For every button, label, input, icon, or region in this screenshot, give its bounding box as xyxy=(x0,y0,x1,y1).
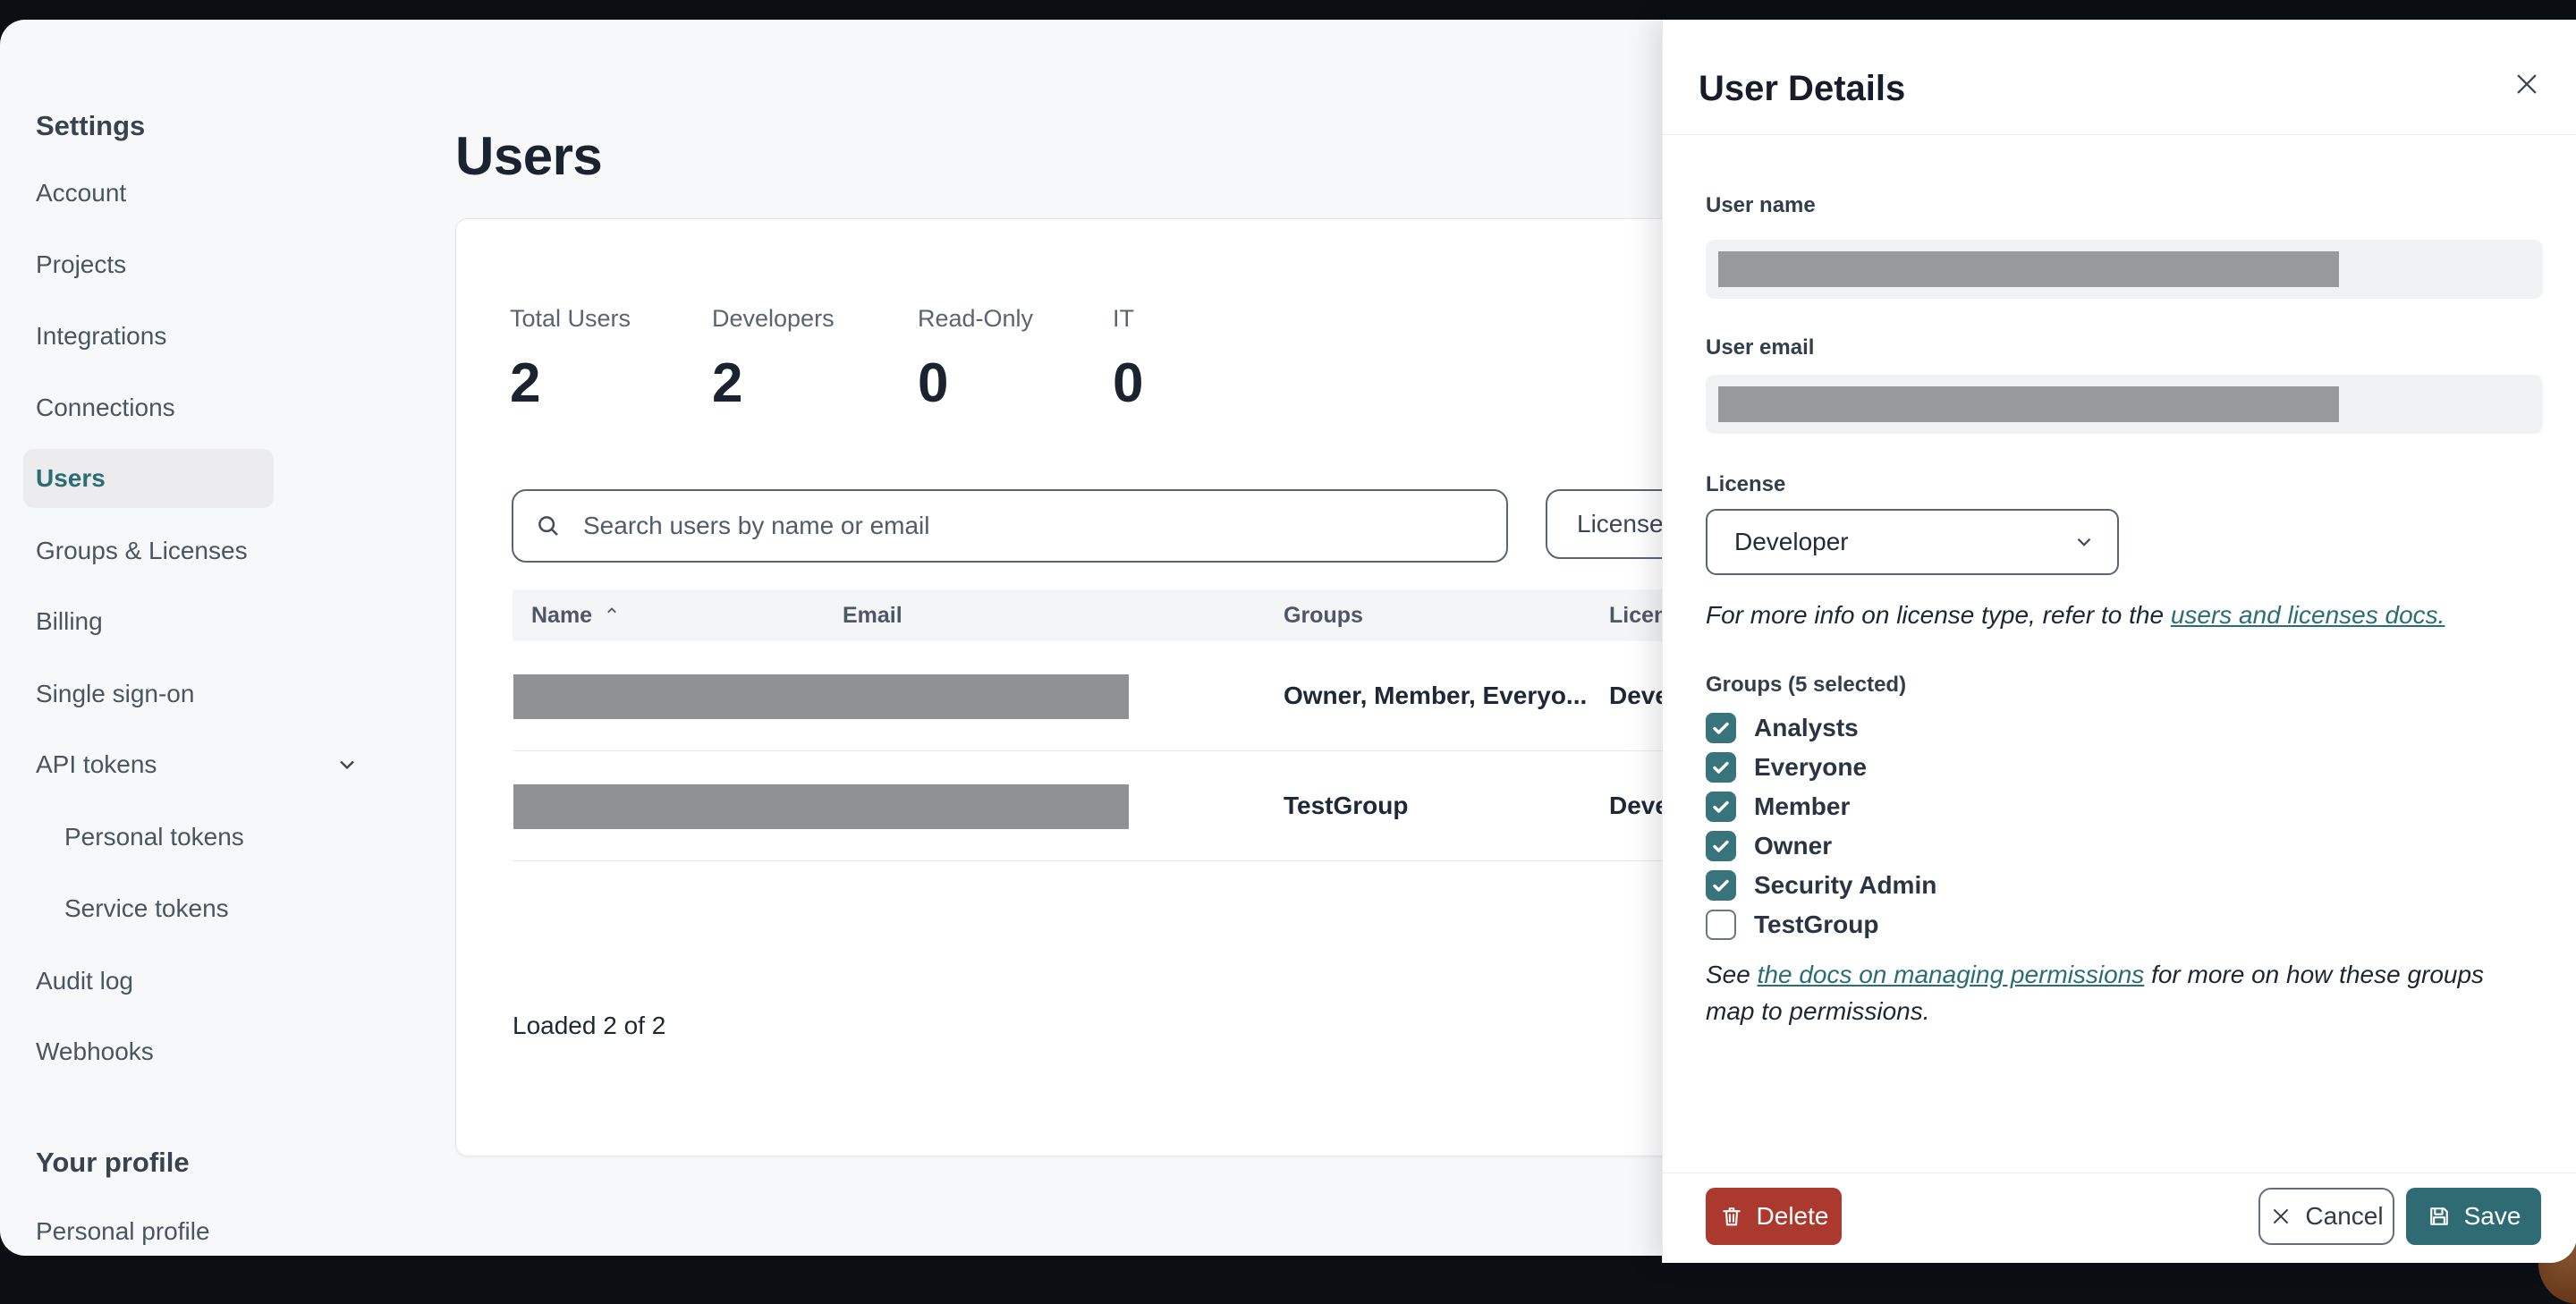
group-checkbox-testgroup[interactable]: TestGroup xyxy=(1706,905,1878,944)
stat-developers-value: 2 xyxy=(712,352,743,414)
row-groups-cell: Owner, Member, Everyo... xyxy=(1284,682,1588,709)
user-name-input[interactable] xyxy=(1706,240,2543,299)
sidebar-item-users[interactable]: Users xyxy=(36,453,411,504)
user-email-input[interactable] xyxy=(1706,375,2543,434)
managing-permissions-docs-link[interactable]: the docs on managing permissions xyxy=(1758,961,2145,988)
group-checkbox-owner[interactable]: Owner xyxy=(1706,826,1832,866)
stat-it-value: 0 xyxy=(1113,352,1144,414)
stat-developers-label: Developers xyxy=(712,305,835,332)
row-groups-cell: TestGroup xyxy=(1284,792,1409,819)
sidebar-item-account[interactable]: Account xyxy=(36,168,411,218)
trash-icon xyxy=(1722,1207,1741,1226)
profile-section-title: Your profile xyxy=(36,1147,190,1178)
sidebar-item-audit-log[interactable]: Audit log xyxy=(36,956,411,1006)
sidebar-item-connections[interactable]: Connections xyxy=(36,383,411,433)
sidebar-item-integrations[interactable]: Integrations xyxy=(36,311,411,361)
redacted-name-email xyxy=(513,784,1129,829)
user-email-label: User email xyxy=(1706,335,1815,360)
page-title: Users xyxy=(455,126,603,186)
permissions-note: See the docs on managing permissions for… xyxy=(1706,961,2485,1025)
redacted-name-email xyxy=(513,674,1129,719)
group-checkbox-everyone[interactable]: Everyone xyxy=(1706,748,1867,787)
column-header-name[interactable]: Name xyxy=(531,589,621,641)
checkbox-icon xyxy=(1706,870,1736,901)
checkbox-icon xyxy=(1706,713,1736,743)
stat-total-users-label: Total Users xyxy=(510,305,631,332)
user-name-label: User name xyxy=(1706,193,1816,217)
group-checkbox-member[interactable]: Member xyxy=(1706,787,1850,826)
sort-ascending-icon xyxy=(607,607,616,614)
sidebar-item-billing[interactable]: Billing xyxy=(36,597,411,647)
license-label: License xyxy=(1706,472,1786,496)
group-checkbox-security-admin[interactable]: Security Admin xyxy=(1706,866,1936,905)
cancel-button[interactable]: Cancel xyxy=(2258,1188,2394,1245)
sidebar-item-api-tokens[interactable]: API tokens xyxy=(36,740,411,790)
user-details-panel: User Details User name User email Licens… xyxy=(1662,20,2576,1263)
close-icon[interactable] xyxy=(2507,64,2546,104)
search-users-field xyxy=(512,489,1508,563)
checkbox-icon xyxy=(1706,792,1736,822)
checkbox-icon xyxy=(1706,831,1736,861)
search-icon xyxy=(538,516,558,536)
column-header-email[interactable]: Email xyxy=(843,589,902,641)
delete-button[interactable]: Delete xyxy=(1706,1188,1842,1245)
license-note: For more info on license type, refer to … xyxy=(1706,601,2445,629)
sidebar-item-service-tokens[interactable]: Service tokens xyxy=(64,884,411,934)
stat-total-users-value: 2 xyxy=(510,352,541,414)
sidebar-item-groups-licenses[interactable]: Groups & Licenses xyxy=(36,526,411,576)
panel-title: User Details xyxy=(1699,69,1906,108)
sidebar-item-projects[interactable]: Projects xyxy=(36,240,411,290)
table-status: Loaded 2 of 2 xyxy=(513,1012,666,1039)
settings-section-title: Settings xyxy=(36,110,146,141)
group-checkbox-analysts[interactable]: Analysts xyxy=(1706,708,1859,748)
license-selected-value: Developer xyxy=(1734,528,1849,555)
license-select[interactable]: Developer xyxy=(1706,509,2119,575)
stat-read-only-value: 0 xyxy=(918,352,949,414)
chevron-down-icon xyxy=(2072,530,2096,554)
save-icon xyxy=(2429,1207,2448,1225)
redacted-user-email xyxy=(1718,386,2339,422)
sidebar-item-webhooks[interactable]: Webhooks xyxy=(36,1027,411,1077)
search-input[interactable] xyxy=(581,511,1462,541)
groups-label: Groups (5 selected) xyxy=(1706,673,1907,697)
users-licenses-docs-link[interactable]: users and licenses docs. xyxy=(2171,601,2445,629)
stat-read-only-label: Read-Only xyxy=(918,305,1034,332)
chevron-down-icon xyxy=(335,752,360,777)
save-button[interactable]: Save xyxy=(2406,1188,2541,1245)
sidebar-item-personal-profile[interactable]: Personal profile xyxy=(36,1207,411,1257)
sidebar-item-personal-tokens[interactable]: Personal tokens xyxy=(64,812,411,862)
column-header-groups[interactable]: Groups xyxy=(1284,589,1363,641)
stat-it-label: IT xyxy=(1113,305,1134,332)
redacted-user-name xyxy=(1718,251,2339,287)
checkbox-icon xyxy=(1706,910,1736,940)
sidebar-item-single-sign-on[interactable]: Single sign-on xyxy=(36,669,411,719)
checkbox-icon xyxy=(1706,752,1736,783)
panel-header-divider xyxy=(1663,134,2576,135)
close-icon xyxy=(2274,1208,2289,1224)
